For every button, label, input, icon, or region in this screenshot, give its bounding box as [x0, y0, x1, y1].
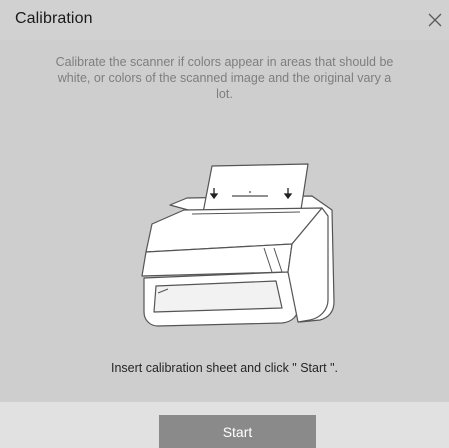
title-bar: Calibration — [0, 0, 449, 40]
close-icon[interactable] — [423, 8, 447, 32]
instruction-text: Insert calibration sheet and click " Sta… — [110, 361, 339, 375]
dialog-footer: Start — [0, 402, 449, 448]
start-button[interactable]: Start — [159, 415, 316, 448]
scanner-illustration — [132, 160, 342, 335]
dialog-title: Calibration — [15, 10, 93, 27]
calibration-dialog: Calibration Calibrate the scanner if col… — [0, 0, 449, 448]
description-text: Calibrate the scanner if colors appear i… — [55, 55, 394, 101]
